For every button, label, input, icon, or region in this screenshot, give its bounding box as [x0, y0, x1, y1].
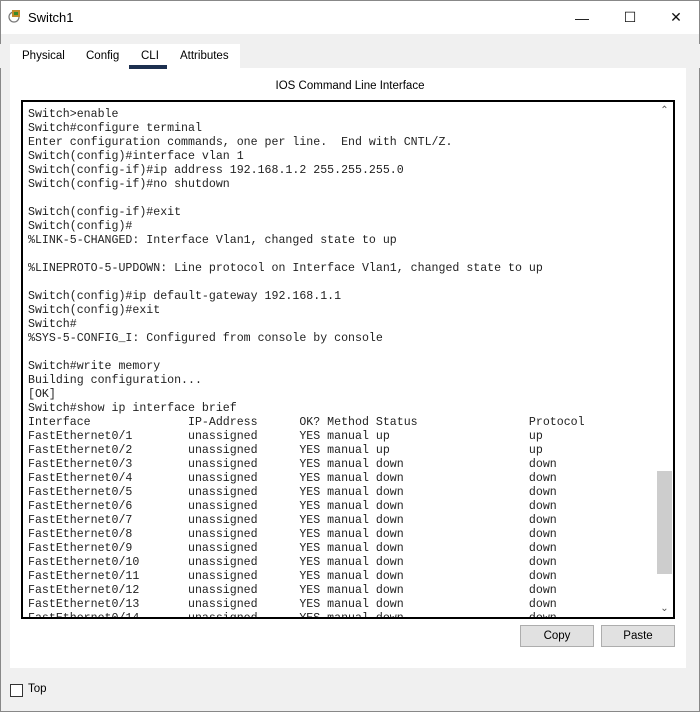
cli-line: FastEthernet0/2 unassigned YES manual up… [28, 444, 543, 457]
active-tab-indicator [129, 65, 167, 69]
top-checkbox-label: Top [28, 683, 47, 695]
minimize-button[interactable]: — [559, 1, 605, 34]
cli-line: FastEthernet0/11 unassigned YES manual d… [28, 570, 557, 583]
cli-line: Switch(config-if)#exit [28, 206, 182, 219]
cli-line: Switch(config)#interface vlan 1 [28, 150, 244, 163]
cli-line: %LINK-5-CHANGED: Interface Vlan1, change… [28, 234, 397, 247]
cli-line: FastEthernet0/3 unassigned YES manual do… [28, 458, 557, 471]
cli-line: FastEthernet0/1 unassigned YES manual up… [28, 430, 543, 443]
window-title: Switch1 [28, 10, 74, 25]
tab-cli[interactable]: CLI [141, 50, 159, 62]
tab-attributes[interactable]: Attributes [180, 50, 229, 62]
cli-line: Switch(config)# [28, 220, 133, 233]
cli-line: Interface IP-Address OK? Method Status P… [28, 416, 585, 429]
cli-line: %LINEPROTO-5-UPDOWN: Line protocol on In… [28, 262, 543, 275]
maximize-button[interactable]: ☐ [607, 1, 653, 34]
cli-line [28, 192, 585, 206]
tab-physical[interactable]: Physical [22, 50, 65, 62]
cli-line: FastEthernet0/6 unassigned YES manual do… [28, 500, 557, 513]
tab-bar: Physical Config CLI Attributes [10, 44, 240, 68]
cli-line: Switch(config-if)#ip address 192.168.1.2… [28, 164, 404, 177]
cli-line: FastEthernet0/7 unassigned YES manual do… [28, 514, 557, 527]
cli-line [28, 248, 585, 262]
scroll-down-icon[interactable]: ⌄ [656, 600, 673, 617]
switch-app-icon [8, 10, 20, 23]
cli-scrollbar[interactable]: ⌃ ⌄ [656, 102, 673, 617]
scrollbar-thumb[interactable] [657, 471, 672, 574]
cli-line: FastEthernet0/4 unassigned YES manual do… [28, 472, 557, 485]
cli-line: FastEthernet0/12 unassigned YES manual d… [28, 584, 557, 597]
cli-line: Switch>enable [28, 108, 119, 121]
cli-line: Switch# [28, 318, 77, 331]
paste-button[interactable]: Paste [601, 625, 675, 647]
cli-line: Switch(config-if)#no shutdown [28, 178, 230, 191]
tab-config[interactable]: Config [86, 50, 119, 62]
cli-line: FastEthernet0/13 unassigned YES manual d… [28, 598, 557, 611]
close-button[interactable]: ✕ [653, 1, 699, 34]
cli-line: Switch#configure terminal [28, 122, 202, 135]
cli-line: FastEthernet0/5 unassigned YES manual do… [28, 486, 557, 499]
cli-line: Switch#show ip interface brief [28, 402, 237, 415]
cli-line [28, 346, 585, 360]
cli-heading: IOS Command Line Interface [275, 80, 425, 92]
cli-line: [OK] [28, 388, 56, 401]
cli-line: FastEthernet0/9 unassigned YES manual do… [28, 542, 557, 555]
cli-terminal[interactable]: Switch>enable Switch#configure terminal En… [21, 100, 675, 619]
cli-line: Switch#write memory [28, 360, 161, 373]
cli-line: %SYS-5-CONFIG_I: Configured from console… [28, 332, 383, 345]
cli-line: Building configuration... [28, 374, 202, 387]
cli-line: FastEthernet0/10 unassigned YES manual d… [28, 556, 557, 569]
cli-line: Enter configuration commands, one per li… [28, 136, 453, 149]
cli-line: Switch(config)#ip default-gateway 192.16… [28, 290, 342, 303]
cli-line: Switch(config)#exit [28, 304, 161, 317]
cli-line [28, 276, 585, 290]
title-bar[interactable]: Switch1 — ☐ ✕ [1, 1, 699, 34]
cli-line: FastEthernet0/8 unassigned YES manual do… [28, 528, 557, 541]
cli-line: FastEthernet0/14 unassigned YES manual d… [28, 612, 557, 619]
top-checkbox[interactable] [10, 684, 23, 697]
scroll-up-icon[interactable]: ⌃ [656, 102, 673, 119]
copy-button[interactable]: Copy [520, 625, 594, 647]
cli-output[interactable]: Switch>enable Switch#configure terminal En… [28, 108, 585, 619]
